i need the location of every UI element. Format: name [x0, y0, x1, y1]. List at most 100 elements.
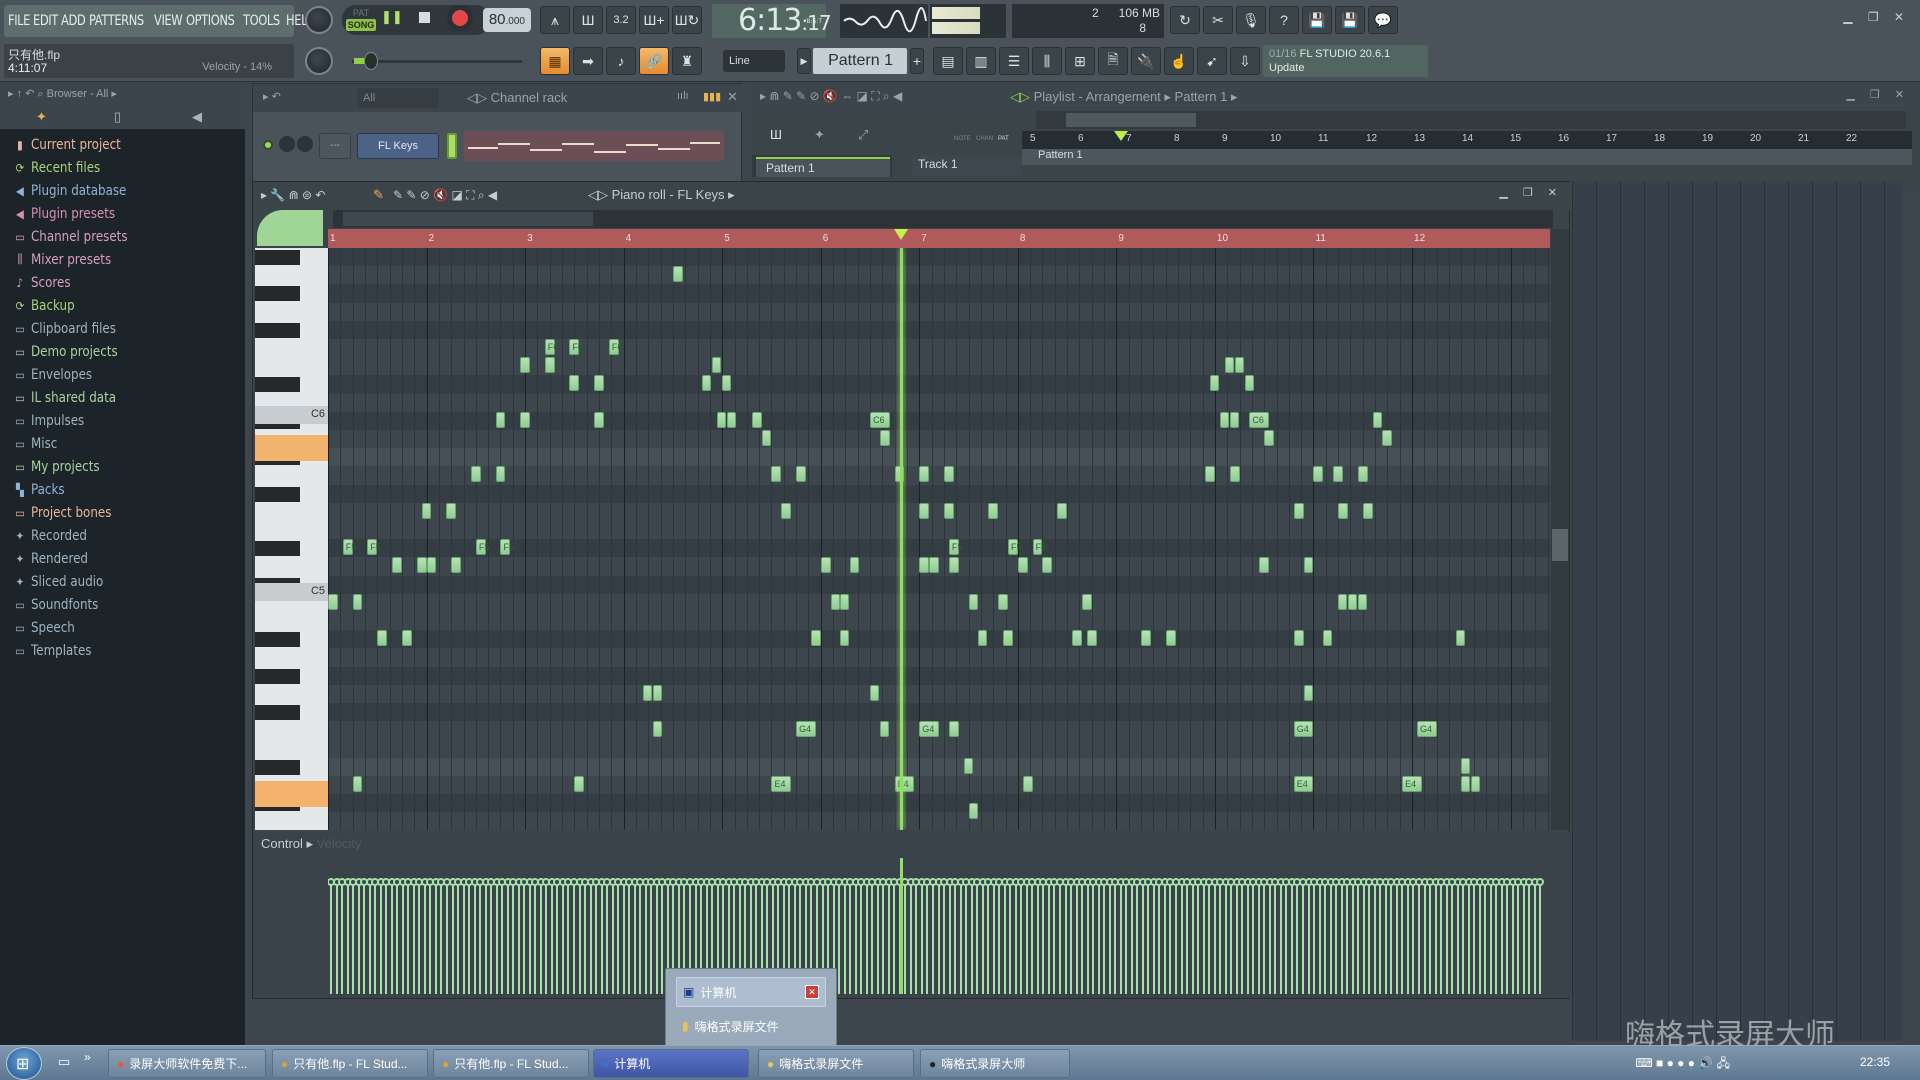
velocity-bar[interactable]: [603, 878, 612, 994]
velocity-bar[interactable]: [1127, 878, 1136, 994]
note-preview-handle[interactable]: [257, 210, 323, 246]
velocity-bar[interactable]: [1282, 878, 1291, 994]
tempo-display[interactable]: 80.000: [483, 8, 531, 32]
project-button[interactable]: 🗎: [1098, 47, 1128, 75]
velocity-bar[interactable]: [1017, 878, 1026, 994]
plugin-picker-button[interactable]: 🔌: [1131, 47, 1161, 75]
note[interactable]: [352, 593, 363, 610]
note[interactable]: [569, 375, 580, 392]
velocity-bar[interactable]: [1514, 878, 1523, 994]
rack-menu-icon[interactable]: ▸ ↶: [263, 90, 281, 103]
note[interactable]: [712, 357, 722, 374]
note[interactable]: [1165, 630, 1176, 647]
note[interactable]: G4: [1293, 721, 1314, 738]
master-pitch-knob[interactable]: [305, 47, 333, 75]
velocity-bar[interactable]: [1028, 878, 1037, 994]
velocity-bar[interactable]: [835, 878, 844, 994]
velocity-bar[interactable]: [1232, 878, 1241, 994]
velocity-bar[interactable]: [1160, 878, 1169, 994]
playlist-playhead-marker[interactable]: [1114, 131, 1128, 141]
note[interactable]: [377, 630, 388, 647]
note[interactable]: [998, 593, 1008, 610]
note[interactable]: [1264, 430, 1275, 446]
velocity-bar[interactable]: [1519, 878, 1528, 994]
note[interactable]: F5: [1032, 539, 1046, 556]
chat-button[interactable]: 💬: [1368, 6, 1398, 34]
note[interactable]: [722, 375, 732, 392]
note[interactable]: [919, 502, 930, 519]
velocity-bar[interactable]: [851, 878, 860, 994]
note[interactable]: [1244, 375, 1254, 392]
note[interactable]: [968, 803, 978, 820]
note[interactable]: [1003, 630, 1013, 647]
pat-song-toggle[interactable]: PAT SONG: [346, 7, 376, 33]
velocity-bar[interactable]: [387, 878, 396, 994]
velocity-bar[interactable]: [597, 878, 606, 994]
note[interactable]: [1022, 775, 1033, 792]
velocity-bar[interactable]: [1304, 878, 1313, 994]
velocity-bar[interactable]: [481, 878, 490, 994]
velocity-bar[interactable]: [1260, 878, 1269, 994]
playlist-clip[interactable]: Pattern 1: [1022, 149, 1912, 165]
black-key[interactable]: [255, 668, 300, 684]
note[interactable]: [1347, 593, 1357, 610]
velocity-bar[interactable]: [503, 878, 512, 994]
velocity-bar[interactable]: [978, 878, 987, 994]
velocity-bar[interactable]: [354, 878, 363, 994]
velocity-bar[interactable]: [1056, 878, 1064, 994]
note[interactable]: [879, 721, 889, 738]
velocity-bar[interactable]: [459, 878, 468, 994]
velocity-bar[interactable]: [1072, 878, 1081, 994]
black-key[interactable]: [255, 632, 300, 648]
note[interactable]: [820, 557, 831, 574]
velocity-bar[interactable]: [332, 878, 341, 994]
velocity-bar[interactable]: [1392, 878, 1401, 994]
velocity-bar[interactable]: [1530, 878, 1539, 994]
velocity-bar[interactable]: [1470, 878, 1479, 994]
velocity-bar[interactable]: [1299, 878, 1307, 994]
master-slider[interactable]: [352, 52, 522, 70]
note[interactable]: [594, 411, 604, 428]
velocity-bar[interactable]: [470, 878, 479, 994]
record-button[interactable]: [452, 10, 468, 26]
velocity-bar[interactable]: [862, 878, 871, 994]
velocity-bar[interactable]: [1486, 878, 1495, 994]
note[interactable]: [850, 557, 860, 574]
black-key[interactable]: [255, 250, 300, 265]
note[interactable]: [643, 684, 653, 701]
note[interactable]: [948, 557, 959, 574]
note[interactable]: [1456, 630, 1466, 647]
velocity-bar[interactable]: [1525, 878, 1534, 994]
velocity-bar[interactable]: [1133, 878, 1142, 994]
note[interactable]: [771, 466, 782, 483]
pause-button[interactable]: ❚❚: [381, 9, 403, 25]
note[interactable]: [653, 684, 663, 701]
taskbar-item[interactable]: ● 嗨格式录屏大师: [920, 1049, 1070, 1078]
velocity-bar[interactable]: [890, 878, 899, 994]
channel-volume-knob[interactable]: [297, 136, 313, 152]
velocity-bar[interactable]: [1359, 878, 1368, 994]
menu-add[interactable]: ADD: [61, 13, 86, 29]
save-button[interactable]: 💾: [1302, 6, 1332, 34]
velocity-bar[interactable]: [437, 878, 446, 994]
start-button[interactable]: ⊞: [6, 1047, 42, 1080]
show-desktop-icon[interactable]: ▭: [58, 1054, 70, 1070]
note[interactable]: [1461, 775, 1471, 792]
menu-tools[interactable]: TOOLS: [243, 13, 280, 29]
playlist-scrollbar[interactable]: [1036, 111, 1906, 129]
velocity-bar[interactable]: [647, 878, 656, 994]
playlist-window-controls[interactable]: ▁ ❐ ✕: [1846, 88, 1910, 101]
velocity-bar[interactable]: [1293, 878, 1302, 994]
velocity-bar[interactable]: [1100, 878, 1109, 994]
taskbar-item[interactable]: ● 只有他.flp - FL Stud...: [433, 1049, 589, 1078]
velocity-bar[interactable]: [1426, 878, 1435, 994]
browser-item[interactable]: ▭ IL shared data: [14, 386, 128, 409]
velocity-bar[interactable]: [465, 878, 474, 994]
browser-item[interactable]: ▭ Speech: [14, 616, 128, 639]
note[interactable]: [840, 630, 850, 647]
add-pattern-button[interactable]: +: [910, 48, 924, 74]
velocity-bar[interactable]: [945, 878, 954, 994]
velocity-bar[interactable]: [1227, 878, 1236, 994]
pattern-list-item[interactable]: Pattern 1: [756, 157, 890, 177]
velocity-bar[interactable]: [498, 878, 507, 994]
